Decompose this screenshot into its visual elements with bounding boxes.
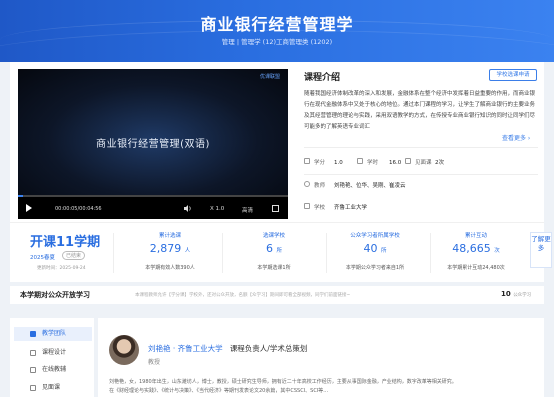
intro-heading: 课程介绍 bbox=[304, 73, 341, 83]
meeting-value: 2次 bbox=[435, 160, 444, 166]
term-update-time: 更新时间：2025-09-24 bbox=[37, 266, 86, 271]
stat-label: 累计互动 bbox=[464, 233, 487, 239]
teacher-bio: 刘艳艳，女，1980年出生，山东潍坊人，博士，教授，硕士研究生导师，拥有近二十年… bbox=[109, 379, 457, 394]
teacher-title: 教授 bbox=[148, 359, 161, 366]
term-season: 2025春夏 bbox=[30, 255, 55, 261]
school-icon bbox=[304, 203, 310, 213]
sidebar-item-team[interactable]: 教学团队 bbox=[14, 327, 92, 341]
video-frame bbox=[18, 69, 288, 199]
fullscreen-icon[interactable] bbox=[272, 205, 279, 212]
volume-icon[interactable] bbox=[184, 205, 192, 212]
public-learning-count: 10 公众学习 bbox=[501, 290, 532, 298]
teacher-icon bbox=[304, 181, 310, 191]
course-title: 商业银行经营管理学 bbox=[200, 15, 354, 34]
term-count: 开课11学期 bbox=[30, 235, 101, 250]
stat-label: 公众学习者所属学校 bbox=[350, 233, 400, 239]
credit-value: 1.0 bbox=[334, 160, 343, 166]
divider bbox=[113, 233, 114, 273]
video-logo: 优课联盟 bbox=[259, 74, 280, 80]
playback-speed[interactable]: X 1.0 bbox=[210, 206, 224, 212]
sidebar-item-label: 见面课 bbox=[42, 384, 61, 391]
public-learning-title: 本学期对公众开放学习 bbox=[20, 291, 90, 299]
hours-label: 学时 bbox=[367, 160, 379, 166]
avatar bbox=[109, 335, 139, 365]
stat-label: 累计选课 bbox=[158, 233, 181, 239]
school-apply-button[interactable]: 学校选课申请 bbox=[489, 69, 537, 81]
meeting-icon bbox=[30, 385, 36, 391]
credit-label: 学分 bbox=[314, 160, 326, 166]
sidebar-item-tutoring[interactable]: 在线教辅 bbox=[14, 363, 92, 377]
teachers-row: 教师 刘艳艳、位华、吴刚、崔凌云 bbox=[304, 181, 538, 191]
sidebar-item-label: 教学团队 bbox=[42, 330, 67, 337]
team-icon bbox=[30, 331, 36, 337]
stat-value: 40 所 bbox=[363, 242, 387, 255]
video-progress-fill bbox=[18, 195, 24, 197]
sidebar-item-design[interactable]: 课程设计 bbox=[14, 346, 92, 360]
divider bbox=[304, 174, 538, 175]
teachers-value: 刘艳艳、位华、吴刚、崔凌云 bbox=[334, 183, 406, 189]
divider bbox=[222, 233, 223, 273]
design-icon bbox=[30, 350, 36, 356]
sidebar-item-meeting[interactable]: 见面课 bbox=[14, 381, 92, 395]
stat-foot: 本学期有效人数390人 bbox=[145, 265, 195, 271]
term-status-badge: 已结束 bbox=[62, 251, 86, 260]
meeting-icon bbox=[405, 158, 411, 168]
stat-label: 选课学校 bbox=[262, 233, 285, 239]
teachers-label: 教师 bbox=[314, 183, 326, 189]
hours-value: 16.0 bbox=[389, 160, 402, 166]
learn-more-tab[interactable]: 了解更多 bbox=[530, 232, 552, 268]
school-value: 齐鲁工业大学 bbox=[334, 205, 368, 211]
video-progress-bar[interactable] bbox=[18, 195, 288, 197]
credit-icon bbox=[304, 158, 310, 168]
school-row: 学校 齐鲁工业大学 bbox=[304, 203, 538, 213]
course-category: 管理 | 管理学 (12)工商管理类 (1202) bbox=[221, 38, 333, 46]
meeting-label: 见面课 bbox=[415, 160, 432, 166]
stat-value: 48,665 次 bbox=[452, 242, 500, 255]
course-meta-row: 学分 1.0 学时 16.0 见面课 2次 bbox=[304, 158, 538, 168]
play-icon[interactable] bbox=[26, 204, 32, 212]
video-time: 00:00:05/00:04:56 bbox=[55, 206, 102, 212]
more-link[interactable]: 查看更多 › bbox=[500, 133, 531, 142]
sidebar-item-label: 在线教辅 bbox=[42, 366, 67, 373]
stat-foot: 本学期累计互动24,480次 bbox=[447, 265, 505, 271]
teacher-name[interactable]: 刘艳艳 · 齐鲁工业大学 课程负责人/学术总策划 bbox=[148, 343, 307, 354]
video-quality[interactable]: 高清 bbox=[242, 206, 253, 214]
public-learning-note: 本课程教师允许【学分课】学校外，还对公众开放，名额【众学习】期间即可看全部视频，… bbox=[135, 293, 351, 298]
sidebar-item-label: 课程设计 bbox=[42, 349, 67, 356]
school-label: 学校 bbox=[314, 205, 326, 211]
stat-value: 6 所 bbox=[265, 242, 282, 255]
hours-icon bbox=[357, 158, 363, 168]
stat-foot: 本学期公众学习者来自1所 bbox=[345, 265, 405, 271]
video-title: 商业银行经营管理(双语) bbox=[96, 139, 210, 150]
divider bbox=[304, 147, 538, 148]
course-banner: 商业银行经营管理学 管理 | 管理学 (12)工商管理类 (1202) bbox=[0, 0, 554, 62]
stat-value: 2,879 人 bbox=[149, 242, 191, 255]
stat-foot: 本学期选课1所 bbox=[257, 265, 291, 271]
book-icon bbox=[30, 367, 36, 373]
